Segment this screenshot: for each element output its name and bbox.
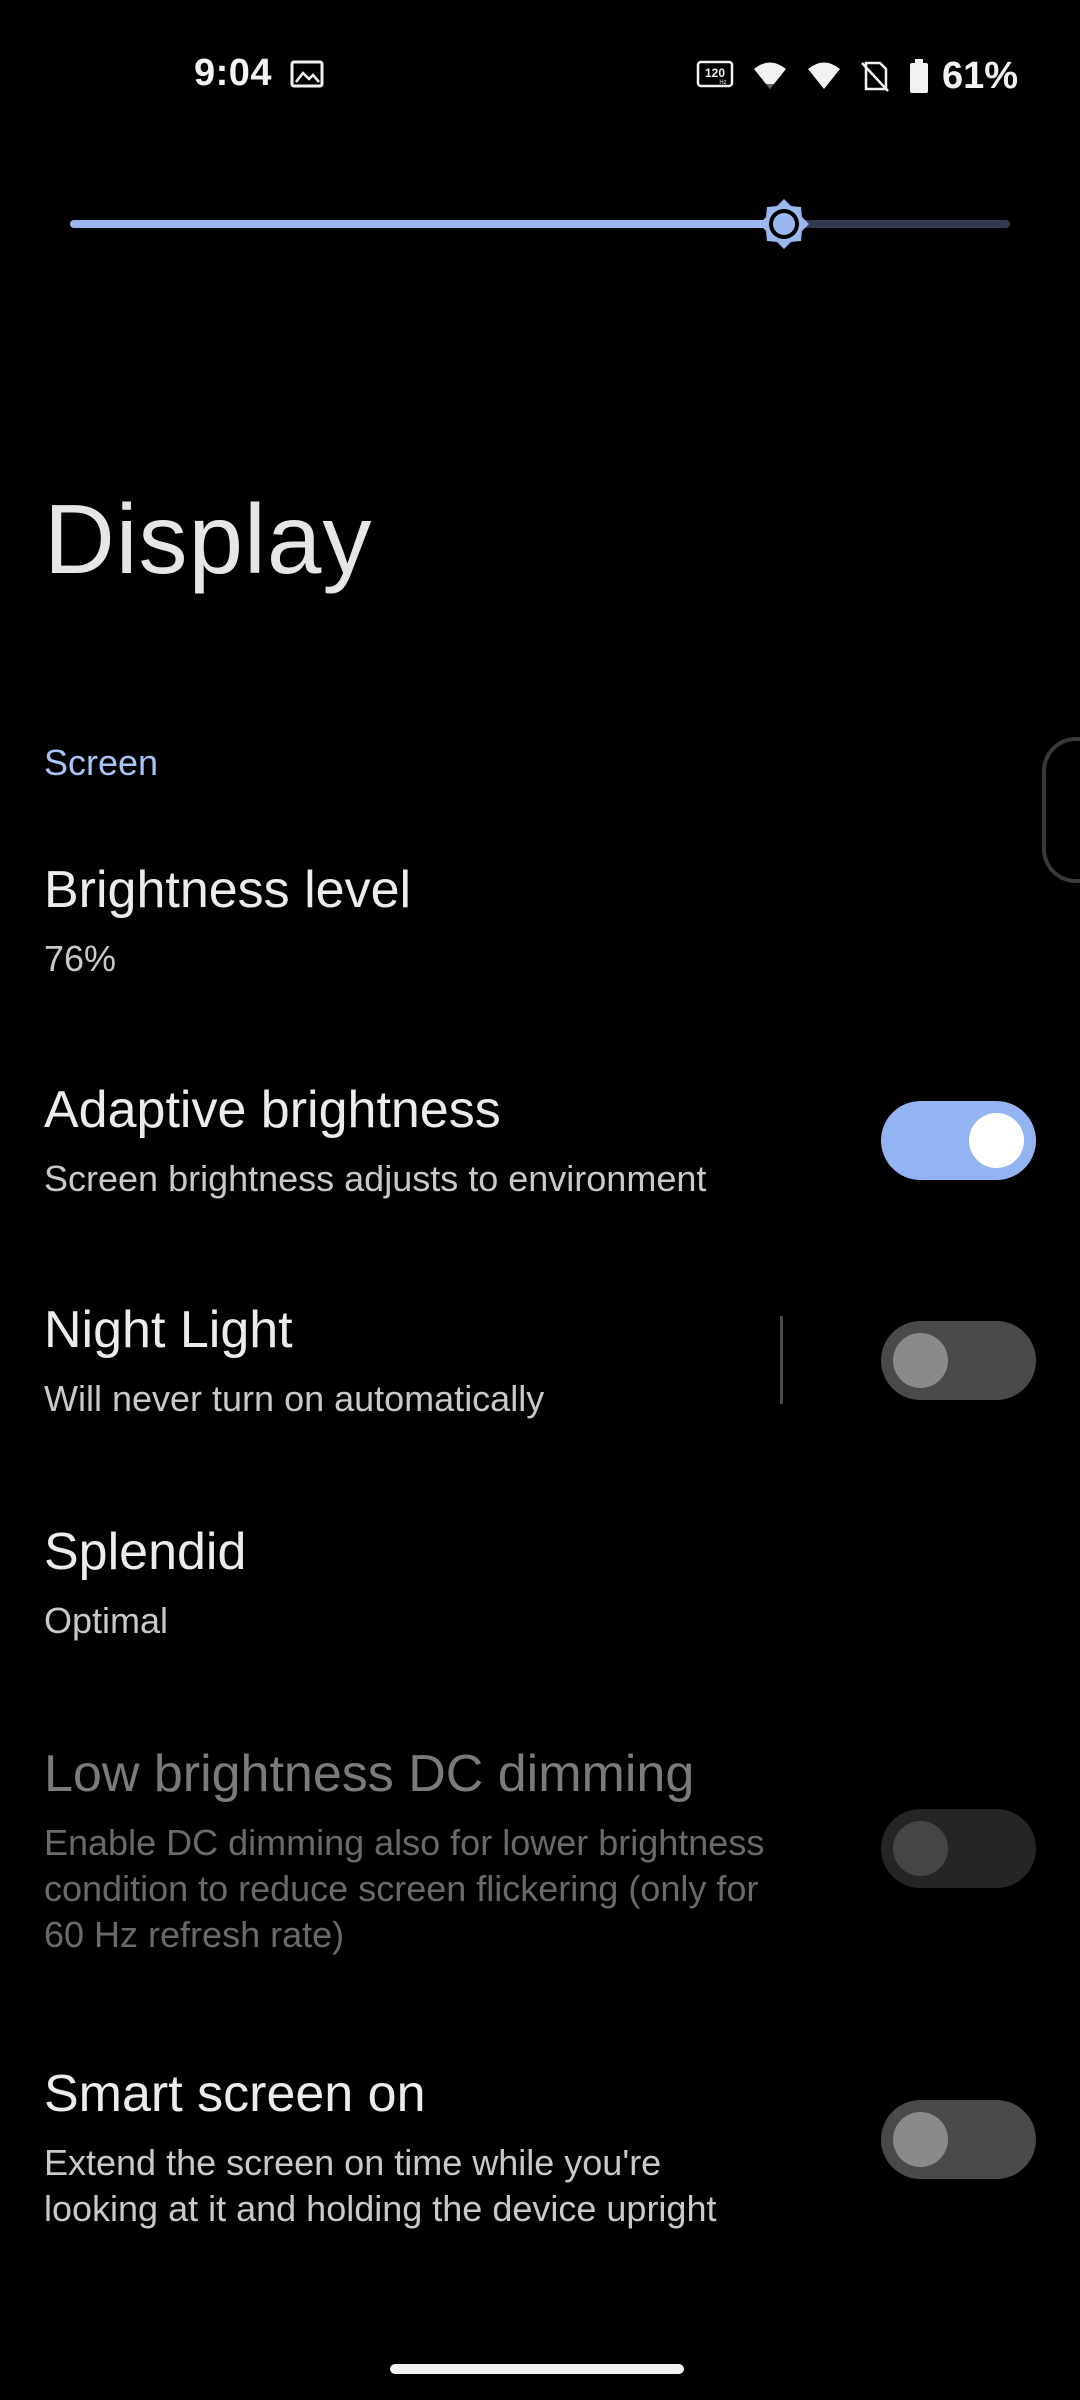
toggle-knob [893, 2112, 948, 2167]
setting-title: Low brightness DC dimming [44, 1745, 695, 1803]
setting-summary: Will never turn on automatically [44, 1378, 545, 1419]
setting-summary-line: condition to reduce screen flickering (o… [44, 1868, 759, 1909]
image-notification-icon [290, 60, 324, 88]
no-sim-icon [861, 61, 889, 92]
setting-summary: 76% [44, 938, 117, 979]
setting-title: Night Light [44, 1301, 293, 1359]
status-time: 9:04 [194, 52, 273, 94]
night-light-toggle[interactable] [881, 1321, 1036, 1400]
setting-summary-line: looking at it and holding the device upr… [44, 2188, 717, 2229]
adaptive-brightness-toggle[interactable] [881, 1101, 1036, 1180]
smart-screen-on-toggle[interactable] [881, 2100, 1036, 2179]
divider [780, 1316, 783, 1404]
toggle-knob [969, 1113, 1024, 1168]
refresh-rate-120hz-icon: 120 Hz [696, 60, 734, 88]
brightness-thumb-icon[interactable] [756, 196, 812, 252]
setting-summary: Optimal [44, 1600, 169, 1641]
section-header-screen: Screen [44, 742, 159, 783]
brightness-slider[interactable] [70, 190, 1010, 260]
setting-brightness-level[interactable]: Brightness level 76% [0, 850, 1080, 1010]
setting-smart-screen-on[interactable]: Smart screen on Extend the screen on tim… [0, 2054, 1080, 2254]
setting-title: Smart screen on [44, 2065, 426, 2123]
refresh-rate-unit: Hz [719, 80, 726, 86]
setting-title: Brightness level [44, 861, 412, 919]
setting-splendid[interactable]: Splendid Optimal [0, 1512, 1080, 1672]
setting-title: Splendid [44, 1523, 247, 1581]
signal-icon [807, 62, 840, 89]
gesture-navigation-handle[interactable] [390, 2364, 684, 2374]
battery-percent: 61% [941, 54, 1018, 97]
setting-adaptive-brightness[interactable]: Adaptive brightness Screen brightness ad… [0, 1070, 1080, 1230]
brightness-slider-fill [70, 220, 784, 228]
setting-dc-dimming: Low brightness DC dimming Enable DC dimm… [0, 1734, 1080, 1974]
battery-icon [909, 59, 928, 93]
status-bar: 9:04 120 Hz 61% [0, 0, 1080, 150]
dc-dimming-toggle [881, 1809, 1036, 1888]
setting-summary-line: 60 Hz refresh rate) [44, 1914, 345, 1955]
setting-night-light[interactable]: Night Light Will never turn on automatic… [0, 1290, 1080, 1450]
toggle-knob [893, 1333, 948, 1388]
setting-summary: Screen brightness adjusts to environment [44, 1158, 707, 1199]
setting-summary-line: Extend the screen on time while you're [44, 2142, 662, 2183]
toggle-knob [893, 1821, 948, 1876]
setting-summary-line: Enable DC dimming also for lower brightn… [44, 1822, 765, 1863]
refresh-rate-label: 120 [705, 66, 725, 80]
wifi-icon [753, 62, 786, 89]
status-icons: 120 Hz 61% [696, 52, 1018, 100]
page-title: Display [44, 484, 373, 594]
setting-title: Adaptive brightness [44, 1081, 501, 1139]
